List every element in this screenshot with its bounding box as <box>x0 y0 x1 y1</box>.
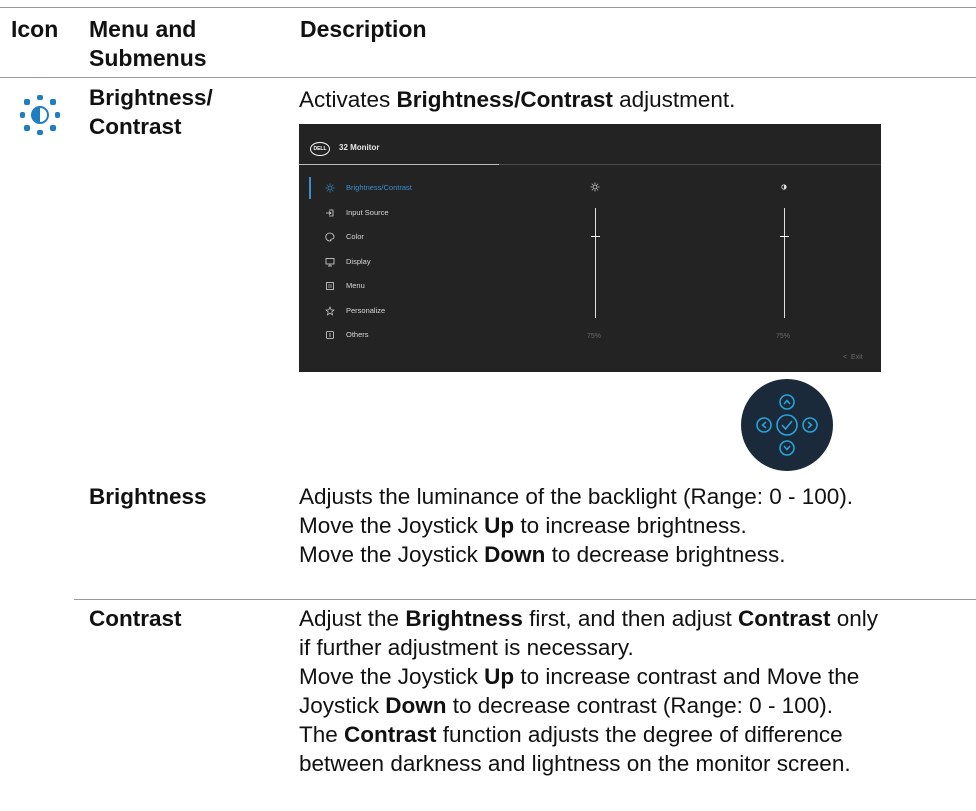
brightness-row-rule <box>74 599 976 600</box>
dell-logo: DELL <box>310 142 330 156</box>
color-palette-icon <box>325 232 335 242</box>
osd-menu-item-menu[interactable]: Menu <box>325 280 365 292</box>
contrast-description-line2: if further adjustment is necessary. <box>299 635 634 660</box>
display-icon <box>325 258 335 267</box>
osd-menu-item-color[interactable]: Color <box>325 231 364 243</box>
contrast-description-line3: Move the Joystick Up to increase contras… <box>299 664 860 689</box>
osd-brightness-sun-icon <box>590 182 600 192</box>
osd-contrast-slider-track[interactable] <box>784 208 785 318</box>
header-menu-line1: Menu and <box>89 16 197 42</box>
sun-icon <box>325 183 335 193</box>
header-icon: Icon <box>11 16 59 42</box>
osd-monitor-title: 32 Monitor <box>339 143 380 152</box>
osd-menu-item-input-source[interactable]: Input Source <box>325 207 389 219</box>
contrast-description-line6: between darkness and lightness on the mo… <box>299 751 851 776</box>
brightness-description-line3: Move the Joystick Down to decrease brigh… <box>299 542 786 567</box>
osd-brightness-slider-track[interactable] <box>595 208 596 318</box>
contrast-description-line4: Joystick Down to decrease contrast (Rang… <box>299 693 833 718</box>
brightness-description-line1: Adjusts the luminance of the backlight (… <box>299 484 854 509</box>
brightness-description-line2: Move the Joystick Up to increase brightn… <box>299 513 747 538</box>
osd-screenshot: DELL 32 Monitor Brightness/Contrast Inpu… <box>299 124 881 372</box>
osd-brightness-value: 75% <box>587 333 602 340</box>
menu-brightness-contrast-line1: Brightness/ <box>89 85 213 110</box>
osd-title-rule <box>499 164 881 165</box>
header-description: Description <box>300 16 427 42</box>
menu-icon <box>326 282 334 290</box>
header-bottom-rule <box>0 77 976 78</box>
input-source-icon <box>326 209 334 217</box>
submenu-brightness: Brightness <box>89 484 207 509</box>
osd-menu-item-brightness-contrast[interactable]: Brightness/Contrast <box>325 182 412 194</box>
osd-brightness-slider-knob[interactable] <box>591 235 600 237</box>
osd-contrast-value: 75% <box>776 333 791 340</box>
osd-contrast-icon <box>781 184 787 190</box>
table-top-rule <box>0 7 976 8</box>
osd-menu-item-personalize[interactable]: Personalize <box>325 305 385 317</box>
brightness-contrast-description: Activates Brightness/Contrast adjustment… <box>299 87 736 112</box>
osd-menu-item-others[interactable]: Others <box>325 329 369 341</box>
osd-menu-item-display[interactable]: Display <box>325 256 371 268</box>
joystick-icon <box>741 379 833 471</box>
header-menu-line2: Submenus <box>89 45 207 71</box>
osd-selection-indicator <box>309 177 311 199</box>
brightness-contrast-icon <box>20 95 60 135</box>
osd-exit-button[interactable]: < Exit <box>843 354 863 361</box>
contrast-description-line5: The Contrast function adjusts the degree… <box>299 722 843 747</box>
osd-title-underline <box>299 164 499 165</box>
star-icon <box>325 306 335 316</box>
chevron-left-icon: < <box>843 354 848 361</box>
osd-contrast-slider-knob[interactable] <box>780 235 789 237</box>
submenu-contrast: Contrast <box>89 606 182 631</box>
menu-brightness-contrast-line2: Contrast <box>89 114 182 139</box>
others-icon <box>326 331 334 339</box>
contrast-description-line1: Adjust the Brightness first, and then ad… <box>299 606 879 631</box>
